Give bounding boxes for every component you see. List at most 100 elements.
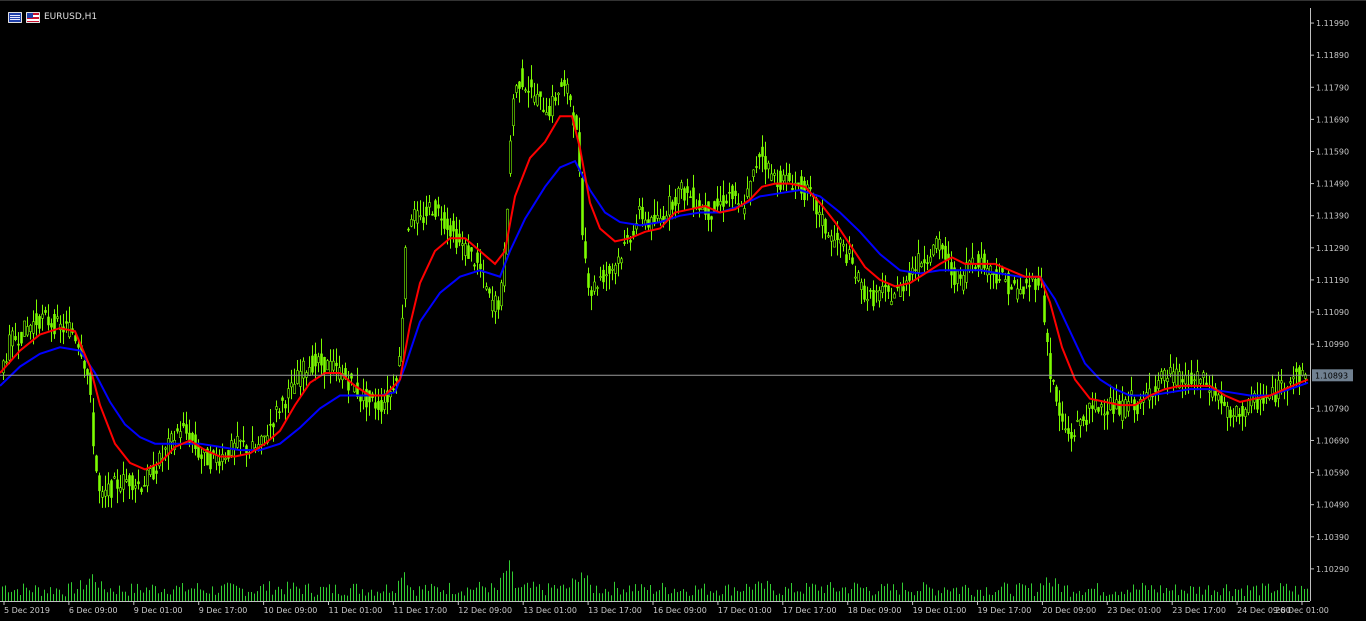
volume-bar: [320, 586, 321, 601]
volume-bar: [1007, 583, 1008, 601]
candle-body: [767, 162, 770, 170]
time-tick-label: 23 Dec 17:00: [1172, 606, 1226, 615]
volume-bar: [32, 592, 33, 601]
candle-body: [35, 313, 38, 326]
candle-body: [926, 262, 929, 264]
volume-bar: [1127, 589, 1128, 601]
candle-body: [758, 154, 761, 158]
volume-bar: [623, 589, 624, 601]
volume-bar: [2, 586, 3, 601]
candle-body: [914, 269, 917, 271]
volume-bar: [1217, 591, 1218, 601]
time-tick-label: 9 Dec 17:00: [199, 606, 248, 615]
volume-bar: [113, 591, 114, 601]
volume-bar: [239, 587, 240, 601]
candle-body: [152, 464, 155, 480]
volume-bar: [740, 591, 741, 601]
volume-bar: [521, 587, 522, 601]
volume-bar: [83, 589, 84, 601]
volume-bar: [1292, 591, 1293, 601]
volume-bar: [395, 593, 396, 601]
candle-body: [251, 441, 254, 451]
candle-body: [284, 403, 287, 409]
time-tick-label: 17 Dec 17:00: [783, 606, 837, 615]
volume-bar: [875, 594, 876, 601]
volume-bar: [578, 581, 579, 601]
volume-bar: [1235, 589, 1236, 601]
candle-body: [218, 461, 221, 466]
candle-body: [32, 321, 35, 334]
volume-bar: [680, 591, 681, 601]
candle-body: [428, 202, 431, 208]
price-tick-label: 1.10690: [1316, 437, 1349, 446]
volume-bar: [551, 587, 552, 601]
candle-body: [47, 316, 50, 326]
candle-body: [554, 97, 557, 101]
volume-bar: [542, 590, 543, 601]
volume-bar: [671, 593, 672, 601]
volume-bar: [878, 591, 879, 601]
candle-body: [881, 286, 884, 293]
candle-body: [1169, 367, 1172, 375]
volume-bar: [125, 591, 126, 601]
volume-bar: [1262, 583, 1263, 601]
candle-body: [869, 290, 872, 292]
volume-bar: [1163, 593, 1164, 601]
volume-bar: [77, 589, 78, 601]
chart-window[interactable]: EURUSD,H1 1.11990 1.11890 1.11790 1.11690 1.…: [0, 0, 1366, 621]
candle-body: [1232, 415, 1235, 418]
candle-body: [308, 367, 311, 376]
candle-body: [893, 293, 896, 299]
volume-bar: [47, 593, 48, 601]
candle-body: [314, 353, 317, 367]
volume-bar: [863, 588, 864, 601]
volume-bar: [452, 594, 453, 601]
volume-bar: [1244, 596, 1245, 601]
candle-body: [722, 195, 725, 207]
candle-body: [1208, 390, 1211, 393]
price-tick-label: 1.11690: [1316, 115, 1349, 124]
volume-bar: [980, 589, 981, 601]
candle-body: [1241, 405, 1244, 417]
candle-body: [731, 185, 734, 200]
volume-bar: [179, 587, 180, 601]
price-axis-line: [1310, 8, 1311, 601]
volume-bar: [209, 593, 210, 601]
volume-bar: [386, 584, 387, 601]
volume-bar: [833, 587, 834, 601]
candle-body: [533, 95, 536, 103]
candle-body: [1067, 428, 1070, 434]
candle-body: [20, 331, 23, 344]
volume-bar: [197, 583, 198, 601]
volume-bar: [629, 585, 630, 601]
candle-body: [671, 201, 674, 210]
candle-body: [968, 260, 971, 271]
volume-bar: [953, 588, 954, 601]
candle-body: [89, 372, 92, 395]
volume-bar: [851, 589, 852, 601]
candle-body: [1025, 279, 1028, 284]
volume-bar: [263, 584, 264, 601]
price-chart[interactable]: 1.11990 1.11890 1.11790 1.11690 1.11590 1.114…: [0, 1, 1366, 621]
candle-body: [959, 274, 962, 279]
candle-body: [422, 217, 425, 223]
candle-body: [197, 446, 200, 458]
candle-body: [263, 435, 266, 438]
volume-bar: [134, 592, 135, 601]
candle-body: [524, 89, 527, 92]
price-tick-label: 1.11790: [1316, 83, 1349, 92]
candle-body: [1013, 280, 1016, 284]
volume-bar: [338, 593, 339, 601]
volume-bar: [539, 584, 540, 601]
candle-body: [617, 256, 620, 264]
candle-body: [827, 235, 830, 238]
volume-bar: [50, 587, 51, 601]
candle-body: [1193, 379, 1196, 382]
candle-body: [110, 480, 113, 498]
volume-bar: [614, 581, 615, 601]
candle-body: [1247, 399, 1250, 413]
volume-bar: [533, 581, 534, 601]
volume-bar: [788, 588, 789, 601]
volume-bar: [1169, 590, 1170, 601]
volume-bar: [269, 581, 270, 601]
